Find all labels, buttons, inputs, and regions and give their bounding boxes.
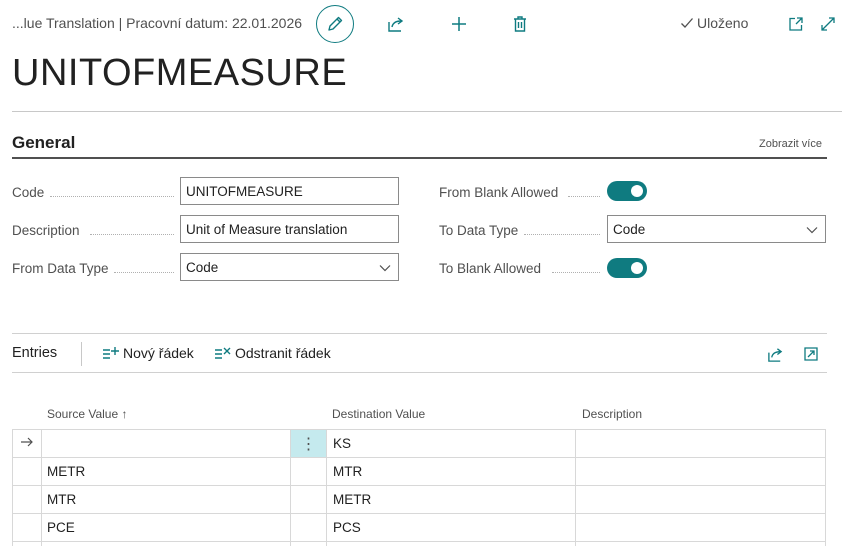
grid-line [12, 541, 826, 542]
new-button[interactable] [447, 12, 471, 36]
source-value-cell[interactable]: MTR [47, 492, 76, 507]
toggle-knob [631, 262, 643, 274]
col-header-description[interactable]: Description [582, 407, 642, 421]
saved-label: Uloženo [697, 15, 749, 31]
to-data-type-value: Code [613, 222, 646, 237]
to-blank-allowed-toggle[interactable] [607, 258, 647, 278]
destination-value-cell[interactable]: KS [333, 436, 351, 451]
source-value-cell[interactable]: METR [47, 464, 85, 479]
source-value-cell[interactable]: PCE [47, 520, 75, 535]
page-title: UNITOFMEASURE [12, 52, 348, 94]
breadcrumb[interactable]: ...lue Translation | Pracovní datum: 22.… [12, 15, 302, 31]
new-line-icon [103, 346, 119, 359]
edit-button[interactable] [316, 5, 354, 43]
grid-line [12, 457, 826, 458]
new-line-label: Nový řádek [123, 345, 194, 361]
from-blank-allowed-leader [568, 196, 600, 197]
delete-line-icon [215, 347, 231, 359]
to-data-type-leader [524, 234, 600, 235]
current-row-arrow-icon [21, 437, 33, 447]
grid-line [41, 429, 42, 546]
expand-box-icon [804, 347, 818, 361]
grid-line [12, 429, 826, 430]
grid-line [575, 429, 576, 546]
grid-line [12, 513, 826, 514]
grid-line [12, 485, 826, 486]
toggle-knob [631, 185, 643, 197]
to-data-type-select[interactable]: Code [607, 215, 826, 243]
description-field[interactable]: Unit of Measure translation [180, 215, 399, 243]
expand-icon [821, 17, 835, 31]
entries-divider-top [12, 333, 827, 334]
title-divider [12, 111, 842, 112]
delete-button[interactable] [508, 12, 532, 36]
col-header-destination-value[interactable]: Destination Value [332, 407, 425, 421]
grid-line [326, 429, 327, 546]
check-icon [681, 18, 693, 28]
open-new-window-icon [789, 17, 803, 31]
col-header-source-value[interactable]: Source Value ↑ [47, 407, 128, 421]
grid-line [825, 429, 826, 546]
new-line-button[interactable]: Nový řádek [102, 345, 194, 361]
from-data-type-select[interactable]: Code [180, 253, 399, 281]
from-blank-allowed-toggle[interactable] [607, 181, 647, 201]
plus-icon [452, 17, 466, 31]
code-leader [50, 196, 174, 197]
open-new-window-button[interactable] [786, 14, 806, 34]
share-button[interactable] [384, 12, 408, 36]
description-label: Description [12, 223, 80, 238]
share-icon [767, 347, 782, 362]
pencil-icon [328, 16, 343, 31]
saved-status: Uloženo [680, 15, 748, 31]
row-actions-button[interactable]: ⋮ [291, 430, 326, 457]
destination-value-cell[interactable]: PCS [333, 520, 361, 535]
to-blank-allowed-leader [552, 272, 600, 273]
from-data-type-label: From Data Type [12, 261, 109, 276]
general-section-title[interactable]: General [12, 133, 75, 153]
destination-value-cell[interactable]: METR [333, 492, 371, 507]
description-leader [90, 234, 174, 235]
expand-button[interactable] [818, 14, 838, 34]
delete-line-label: Odstranit řádek [235, 345, 331, 361]
from-data-type-leader [114, 272, 174, 273]
code-label: Code [12, 185, 45, 200]
to-blank-allowed-label: To Blank Allowed [439, 261, 542, 276]
delete-line-button[interactable]: Odstranit řádek [214, 345, 331, 361]
trash-icon [514, 16, 526, 32]
entries-share-button[interactable] [765, 344, 785, 364]
entries-expand-button[interactable] [801, 344, 821, 364]
from-data-type-value: Code [186, 260, 219, 275]
grid-line [12, 429, 13, 546]
toolbar-separator [81, 342, 82, 366]
top-bar: ...lue Translation | Pracovní datum: 22.… [0, 0, 842, 48]
show-more-link[interactable]: Zobrazit více [759, 138, 822, 150]
entries-divider-bottom [12, 372, 827, 373]
destination-value-cell[interactable]: MTR [333, 464, 362, 479]
from-blank-allowed-label: From Blank Allowed [439, 185, 559, 200]
chevron-down-icon [806, 227, 818, 234]
entries-title[interactable]: Entries [12, 345, 57, 361]
to-data-type-label: To Data Type [439, 223, 519, 238]
chevron-down-icon [379, 265, 391, 272]
more-options-icon: ⋮ [300, 435, 317, 453]
share-icon [388, 17, 404, 32]
code-field[interactable]: UNITOFMEASURE [180, 177, 399, 205]
general-section-divider [12, 157, 827, 159]
